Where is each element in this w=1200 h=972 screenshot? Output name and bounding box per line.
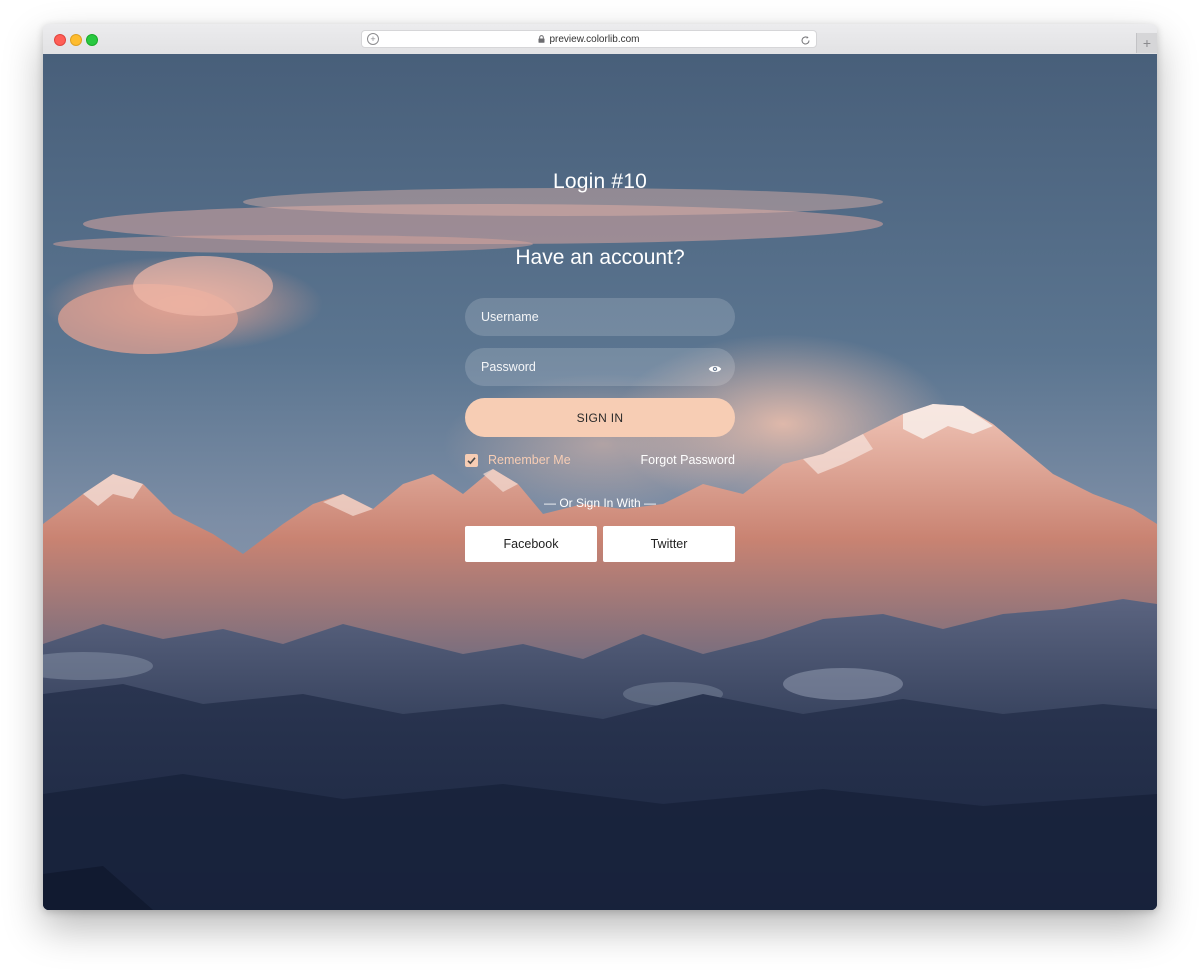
password-input[interactable] (465, 348, 735, 386)
check-icon (467, 456, 476, 464)
twitter-button[interactable]: Twitter (603, 526, 735, 562)
maximize-window-button[interactable] (86, 34, 98, 46)
remember-label: Remember Me (488, 453, 571, 467)
page-title: Login #10 (552, 170, 648, 193)
forgot-password-link[interactable]: Forgot Password (603, 453, 735, 467)
page-content: Login #10 Have an account? SIGN IN Remem… (43, 54, 1157, 910)
lock-icon (538, 35, 545, 43)
browser-window: + preview.colorlib.com + Login #10 Have … (43, 24, 1157, 910)
login-subtitle: Have an account? (515, 246, 685, 269)
url-text: preview.colorlib.com (549, 33, 640, 45)
or-divider-text: — Or Sign In With — (543, 496, 657, 510)
minimize-window-button[interactable] (70, 34, 82, 46)
close-window-button[interactable] (54, 34, 66, 46)
browser-titlebar: + preview.colorlib.com + (43, 24, 1157, 55)
facebook-button[interactable]: Facebook (465, 526, 597, 562)
address-text-wrap: preview.colorlib.com (362, 31, 816, 47)
new-tab-button[interactable]: + (1136, 33, 1157, 53)
address-bar[interactable]: + preview.colorlib.com (361, 30, 817, 48)
sign-in-button[interactable]: SIGN IN (465, 398, 735, 437)
remember-me[interactable]: Remember Me (465, 453, 571, 467)
eye-icon[interactable] (708, 361, 722, 372)
remember-checkbox[interactable] (465, 453, 478, 467)
username-input[interactable] (465, 298, 735, 336)
reload-icon[interactable] (800, 33, 811, 45)
